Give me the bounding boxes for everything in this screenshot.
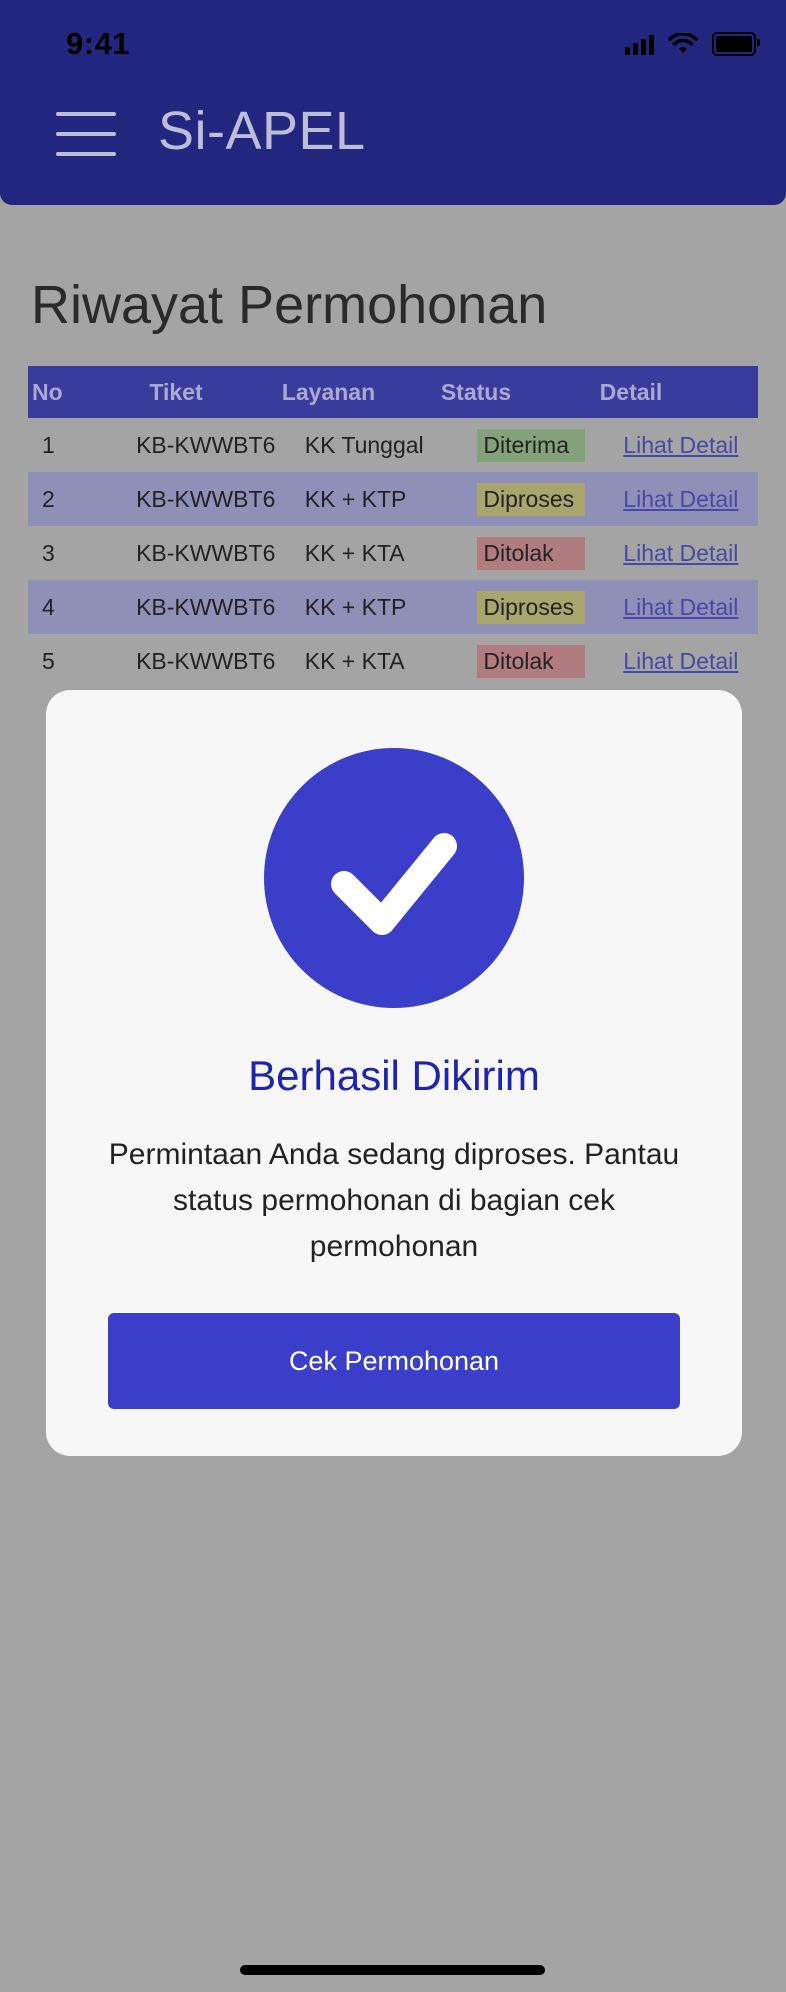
cell-status: Diproses [459, 482, 604, 516]
cell-no: 1 [42, 431, 55, 458]
wifi-icon [668, 33, 698, 53]
column-header-layanan: Layanan [281, 378, 376, 405]
status-badge: Ditolak [477, 644, 586, 678]
success-dialog: Berhasil Dikirim Permintaan Anda sedang … [46, 690, 742, 1456]
column-header-detail: Detail [599, 378, 663, 405]
cell-no: 3 [42, 539, 55, 566]
cell-no: 4 [42, 593, 55, 620]
check-circle-icon [264, 748, 524, 1008]
table-row: 3 KB-KWWBT6 KK + KTA Ditolak Lihat Detai… [28, 526, 758, 580]
status-badge: Diproses [477, 590, 586, 624]
hamburger-menu-icon[interactable] [56, 110, 116, 158]
cell-tiket: KB-KWWBT6 [136, 647, 276, 674]
column-header-tiket: Tiket [149, 378, 203, 405]
dialog-title: Berhasil Dikirim [248, 1052, 540, 1099]
table-row: 2 KB-KWWBT6 KK + KTP Diproses Lihat Deta… [28, 472, 758, 526]
home-indicator[interactable] [240, 1965, 545, 1975]
table-header: No Tiket Layanan Status Detail [28, 366, 758, 418]
column-header-status: Status [440, 378, 512, 405]
detail-link[interactable]: Lihat Detail [604, 648, 758, 675]
table-row: 1 KB-KWWBT6 KK Tunggal Diterima Lihat De… [28, 418, 758, 472]
cell-layanan: KK + KTA [304, 647, 405, 674]
detail-link[interactable]: Lihat Detail [604, 540, 758, 567]
cell-tiket: KB-KWWBT6 [136, 539, 276, 566]
cell-no: 2 [42, 485, 55, 512]
cell-status: Diproses [459, 590, 604, 624]
cell-status: Ditolak [459, 644, 604, 678]
detail-link[interactable]: Lihat Detail [604, 486, 758, 513]
detail-link[interactable]: Lihat Detail [604, 432, 758, 459]
column-header-no: No [32, 378, 63, 405]
cell-layanan: KK + KTP [304, 593, 407, 620]
detail-link[interactable]: Lihat Detail [604, 594, 758, 621]
dialog-message: Permintaan Anda sedang diproses. Pantau … [108, 1138, 680, 1263]
cell-no: 5 [42, 647, 55, 674]
cell-status: Diterima [459, 428, 604, 462]
cell-layanan: KK Tunggal [304, 431, 424, 458]
check-request-button[interactable]: Cek Permohonan [108, 1313, 680, 1409]
cell-layanan: KK + KTP [304, 485, 407, 512]
status-badge: Diterima [477, 428, 586, 462]
status-badge: Diproses [477, 482, 586, 516]
status-badge: Ditolak [477, 536, 586, 570]
app-header: 9:41 Si-APEL [0, 0, 786, 205]
table-row: 5 KB-KWWBT6 KK + KTA Ditolak Lihat Detai… [28, 634, 758, 688]
battery-icon [712, 32, 760, 56]
cell-tiket: KB-KWWBT6 [136, 431, 276, 458]
cell-status: Ditolak [459, 536, 604, 570]
status-time: 9:41 [66, 26, 131, 61]
page-title: Riwayat Permohonan [31, 275, 548, 335]
app-title: Si-APEL [158, 101, 366, 161]
table-row: 4 KB-KWWBT6 KK + KTP Diproses Lihat Deta… [28, 580, 758, 634]
cell-layanan: KK + KTA [304, 539, 405, 566]
cellular-signal-icon [625, 33, 654, 55]
cell-tiket: KB-KWWBT6 [136, 593, 276, 620]
cell-tiket: KB-KWWBT6 [136, 485, 276, 512]
request-history-table: No Tiket Layanan Status Detail 1 KB-KWWB… [28, 366, 758, 688]
status-icons [625, 32, 760, 56]
